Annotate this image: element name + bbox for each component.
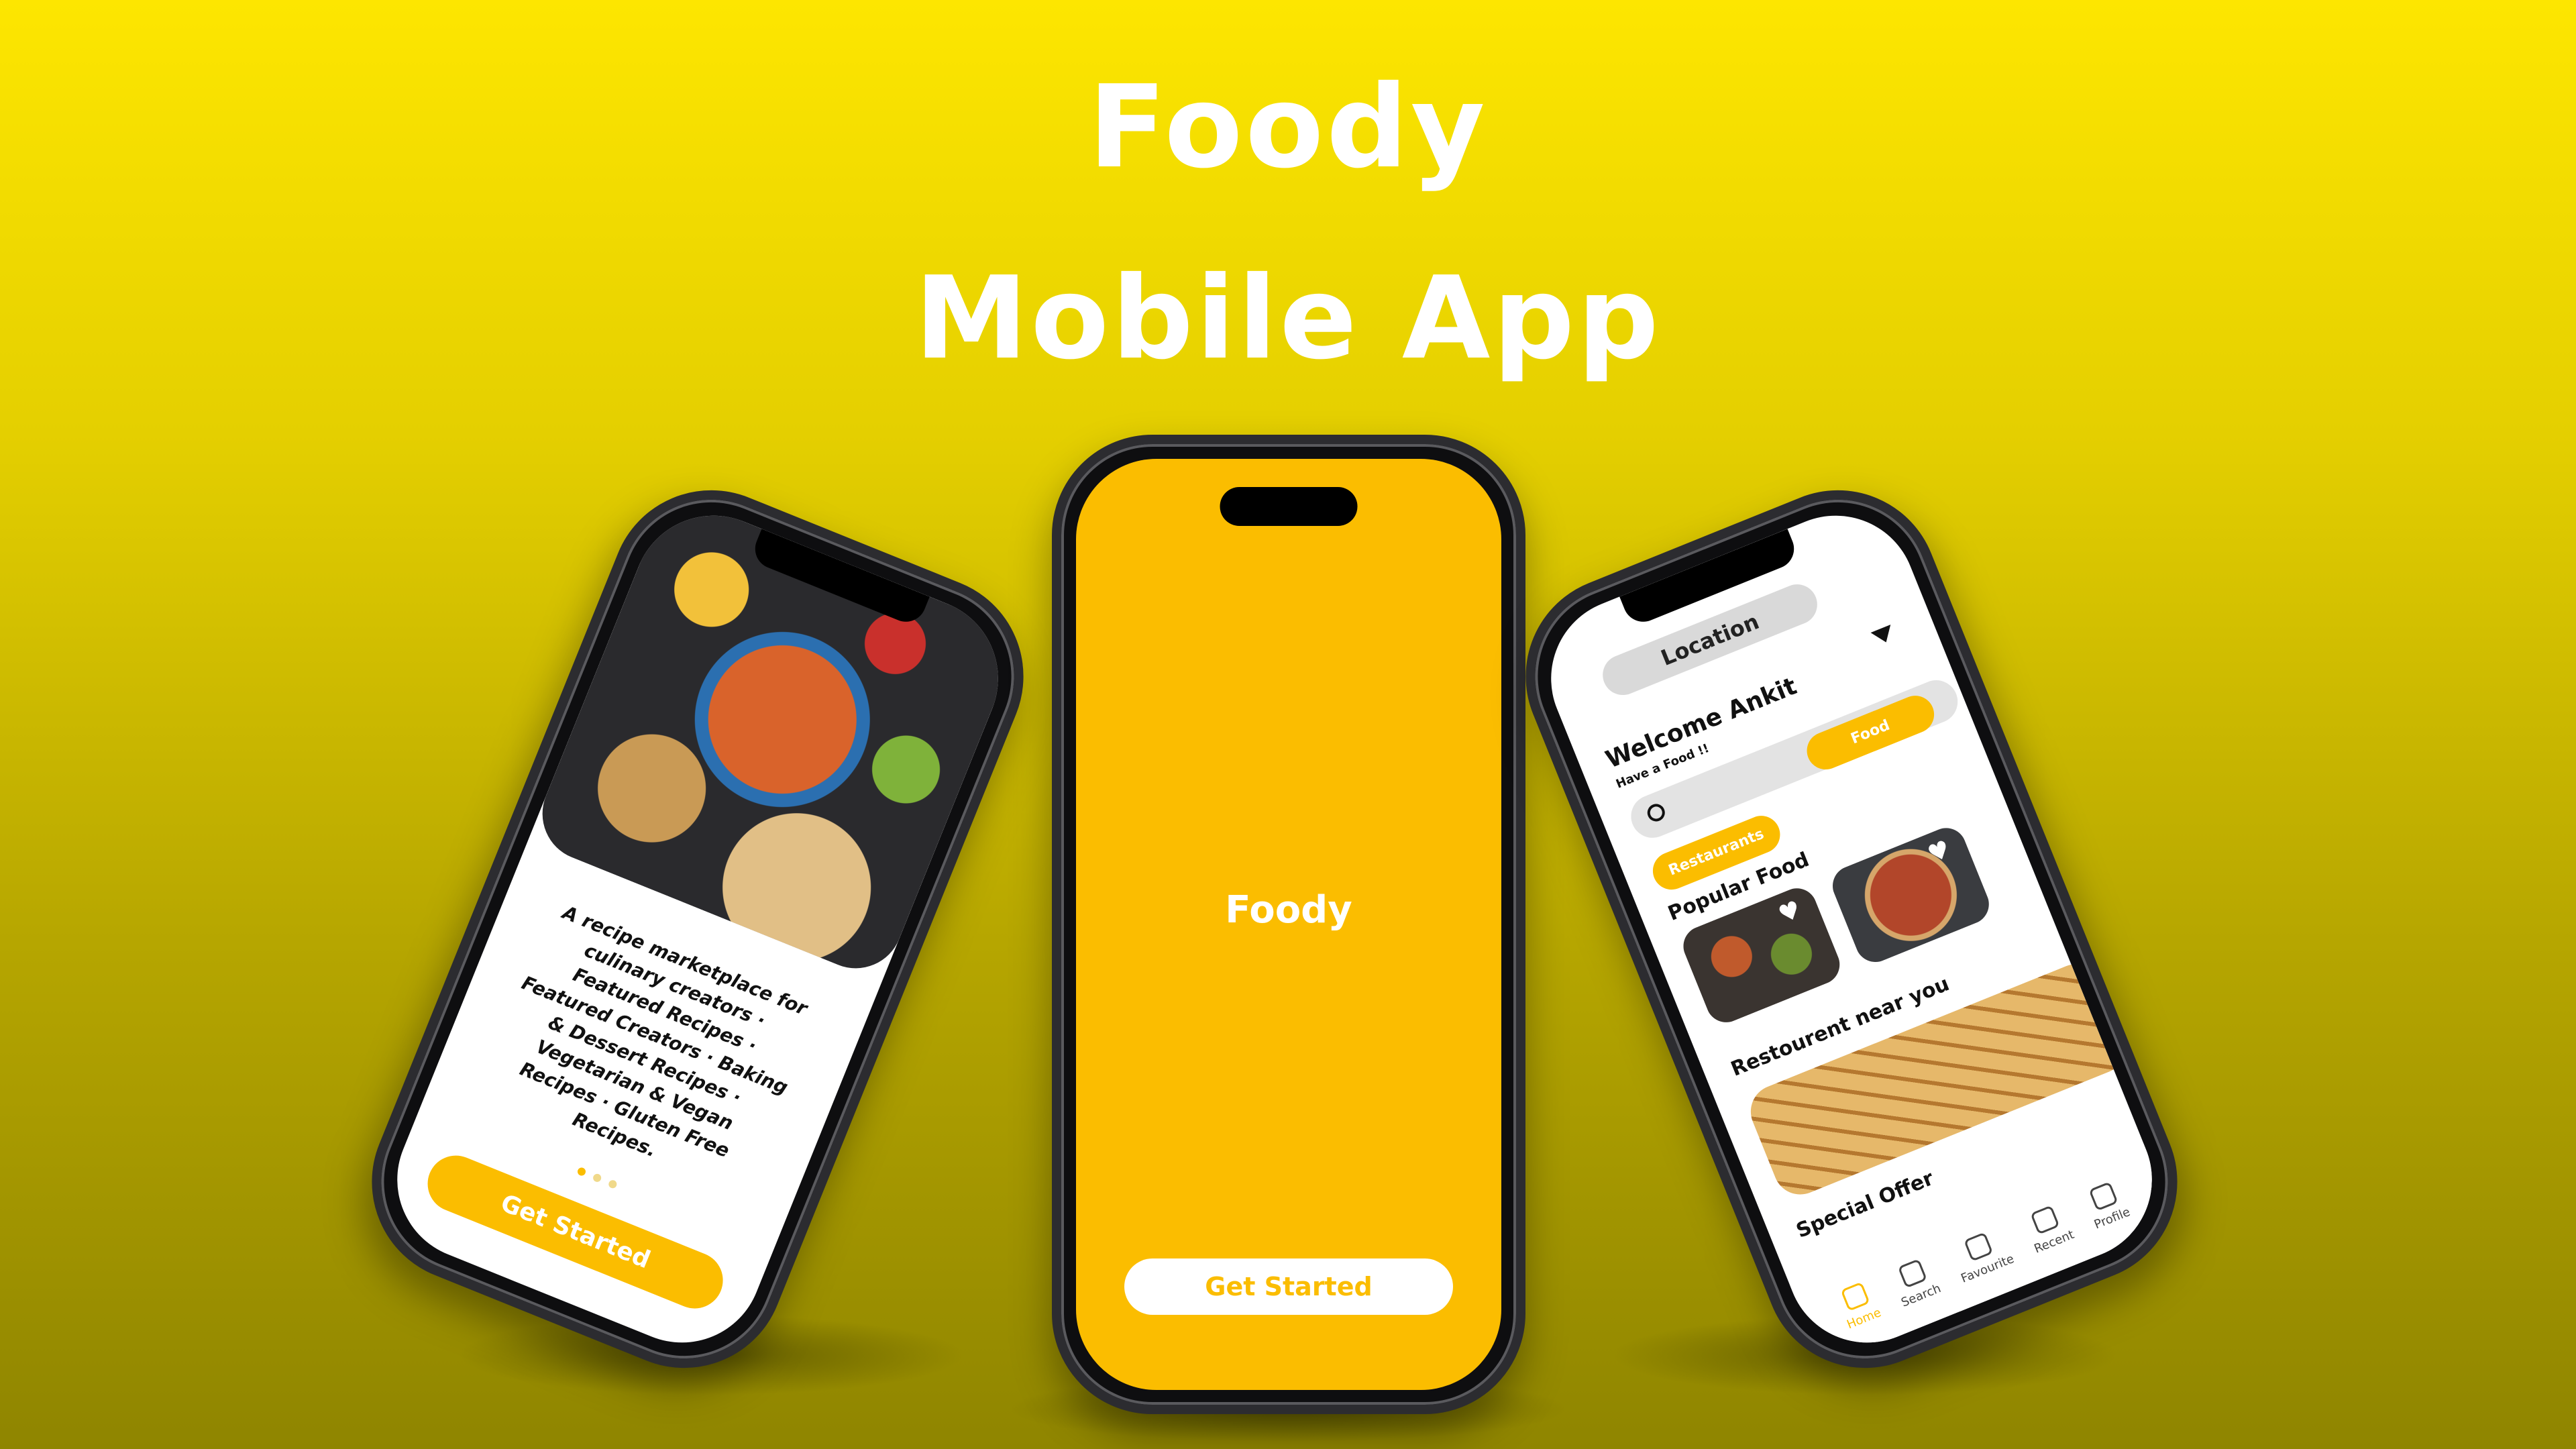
get-started-button[interactable]: Get Started [1124, 1258, 1453, 1315]
chip-food[interactable]: Food [1801, 690, 1940, 775]
onboarding-screen: A recipe marketplace for culinary creato… [373, 491, 1022, 1367]
heart-icon[interactable]: ♥ [1774, 896, 1810, 929]
search-icon [1644, 801, 1668, 824]
tab-home[interactable]: Home [1834, 1279, 1883, 1332]
tab-favourite[interactable]: Favourite [1948, 1226, 2017, 1286]
tab-profile[interactable]: Profile [2082, 1179, 2132, 1232]
phone-splash: Foody Get Started [1052, 435, 1525, 1414]
phone-home: Location Welcome Ankit Have a Food !! Re… [1495, 460, 2208, 1399]
page-dot-1[interactable] [576, 1166, 587, 1177]
heart-icon[interactable]: ♥ [1924, 835, 1959, 869]
headline-title: Foody [1088, 61, 1488, 194]
page-dot-2[interactable] [592, 1173, 602, 1183]
tab-label: Favourite [1959, 1251, 2017, 1286]
tab-search[interactable]: Search [1888, 1255, 1943, 1309]
popular-food-card[interactable]: ♥ [1826, 822, 1995, 969]
page-dot-3[interactable] [607, 1179, 619, 1190]
splash-screen: Foody Get Started [1076, 459, 1501, 1390]
app-logo: Foody [1225, 888, 1352, 932]
headline-subtitle: Mobile App [914, 252, 1662, 385]
phone-onboarding: A recipe marketplace for culinary creato… [341, 460, 1054, 1399]
dynamic-island [1220, 487, 1358, 526]
tab-recent[interactable]: Recent [2021, 1201, 2076, 1256]
clock-icon [2030, 1204, 2060, 1235]
filter-icon[interactable] [1870, 625, 1896, 647]
user-icon [2088, 1181, 2118, 1212]
home-icon [1840, 1281, 1870, 1311]
search-icon [1897, 1258, 1927, 1289]
heart-icon [1964, 1231, 1994, 1262]
home-screen: Location Welcome Ankit Have a Food !! Re… [1527, 491, 2176, 1367]
